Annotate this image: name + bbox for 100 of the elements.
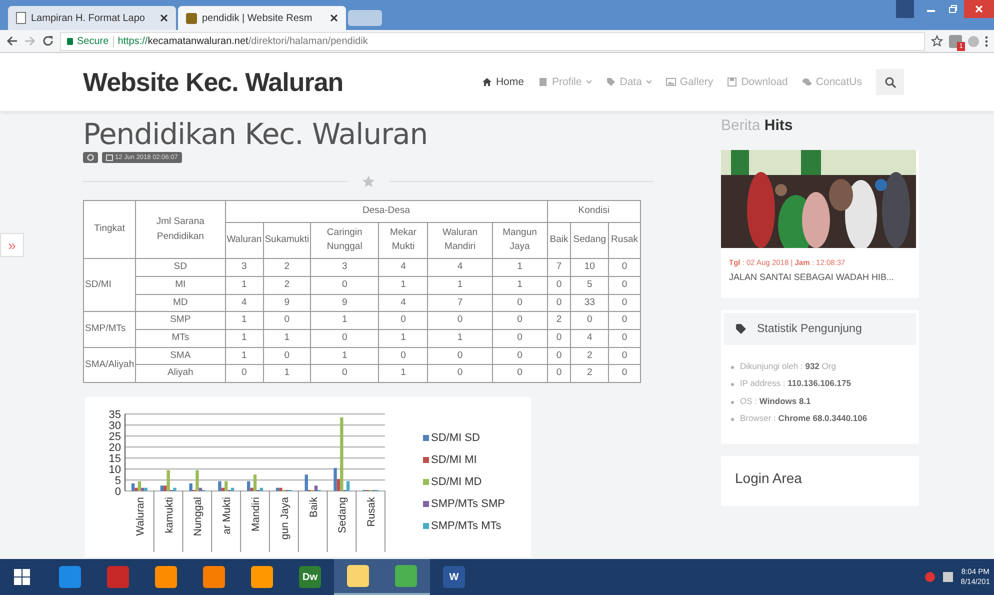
column-header: Kondisi xyxy=(547,200,640,222)
table-cell: 2 xyxy=(570,347,609,365)
table-cell: 3 xyxy=(310,258,379,276)
table-cell: 7 xyxy=(428,294,492,312)
category-label: Mandiri xyxy=(250,497,262,532)
sidebar-toggle[interactable]: » xyxy=(0,233,24,257)
table-cell: 2 xyxy=(570,364,609,383)
close-icon[interactable] xyxy=(330,14,338,22)
table-cell: 1 xyxy=(225,330,264,348)
table-cell: 0 xyxy=(310,276,379,294)
site-logo[interactable]: Website Kec. Waluran xyxy=(83,66,344,98)
table-cell: 5 xyxy=(570,276,609,294)
table-cell: 9 xyxy=(310,294,379,312)
category-label: Rusak xyxy=(366,497,378,527)
search-icon xyxy=(884,76,896,88)
browser-tab[interactable]: pendidik | Website Resm xyxy=(178,6,346,30)
home-icon xyxy=(482,77,492,87)
table-cell: 1 xyxy=(378,330,428,348)
chat-bubbles-icon xyxy=(802,77,812,87)
table-cell: 7 xyxy=(547,258,571,276)
taskbar-app[interactable]: W xyxy=(430,559,478,595)
view-badge xyxy=(83,152,98,163)
stat-item: OS : Windows 8.1 xyxy=(740,394,811,408)
axis-tick-label: 15 xyxy=(108,453,121,466)
start-icon[interactable] xyxy=(14,569,30,585)
table-cell: 4 xyxy=(225,294,264,312)
table-cell: 1 xyxy=(310,347,379,365)
table-cell: 0 xyxy=(608,276,640,294)
back-icon[interactable] xyxy=(6,35,18,47)
close-icon[interactable] xyxy=(160,14,168,22)
image-icon xyxy=(666,77,676,87)
category-label: gun Jaya xyxy=(278,497,291,540)
table-cell: 1 xyxy=(263,364,311,383)
nav-link[interactable]: Home xyxy=(482,76,524,88)
table-cell: SMP/MTs xyxy=(84,312,136,348)
legend-label: SD/MI SD xyxy=(431,432,480,444)
table-cell: 0 xyxy=(263,312,311,330)
column-header: Tingkat xyxy=(84,200,136,259)
taskbar-app[interactable]: Dw xyxy=(286,559,334,595)
news-title[interactable]: JALAN SANTAI SEBAGAI WADAH HIB... xyxy=(729,271,911,284)
table-cell: SD/MI xyxy=(84,258,136,312)
table-cell: 1 xyxy=(378,364,428,383)
star-icon xyxy=(362,175,374,188)
page-title: Pendidikan Kec. Waluran xyxy=(83,117,429,151)
table-cell: 0 xyxy=(608,364,640,383)
table-cell: 0 xyxy=(608,312,640,330)
table-cell: 33 xyxy=(570,294,609,312)
table-cell: 4 xyxy=(378,294,428,312)
table-cell: 0 xyxy=(492,330,548,348)
table-cell: 0 xyxy=(428,312,492,330)
table-cell: Aliyah xyxy=(136,364,226,383)
table-cell: 0 xyxy=(570,312,609,330)
table-cell: 0 xyxy=(263,347,311,365)
category-label: Sedang xyxy=(336,497,349,534)
document-icon xyxy=(16,12,26,24)
table-cell: 4 xyxy=(428,258,492,276)
table-cell: 0 xyxy=(492,347,548,365)
bookmark-star-icon[interactable] xyxy=(931,35,943,47)
table-cell: 9 xyxy=(263,294,311,312)
table-cell: 0 xyxy=(608,347,640,365)
menu-icon[interactable] xyxy=(985,36,988,46)
legend-label: SMP/MTs SMP xyxy=(431,498,505,510)
category-label: Nunggal xyxy=(192,497,204,536)
table-cell: SD xyxy=(136,258,226,276)
table-cell: 1 xyxy=(310,312,379,330)
column-header: Mekar Mukti xyxy=(378,222,428,259)
tag-icon xyxy=(736,324,747,334)
table-cell: 1 xyxy=(492,276,548,294)
reload-icon[interactable] xyxy=(42,35,54,47)
category-label: Waluran xyxy=(134,497,146,536)
taskbar-app[interactable] xyxy=(382,559,430,595)
table-cell: 0 xyxy=(428,364,492,383)
stat-item: Dikunjungi oleh : 932 Org xyxy=(740,360,836,373)
card-title: Login Area xyxy=(735,470,803,486)
browser-tab[interactable]: Lampiran H. Format Lapo xyxy=(8,6,176,30)
table-cell: 10 xyxy=(570,258,609,276)
lock-icon xyxy=(67,38,73,44)
tray-icon[interactable] xyxy=(942,572,953,582)
search-button[interactable] xyxy=(876,69,904,95)
table-cell: 0 xyxy=(547,364,571,383)
table-cell: 0 xyxy=(608,330,640,348)
category-label: kamukti xyxy=(163,497,176,534)
table-cell: 0 xyxy=(492,294,548,312)
table-cell: 4 xyxy=(378,258,428,276)
legend-label: SD/MI MI xyxy=(431,454,477,466)
taskbar-app[interactable] xyxy=(334,559,382,595)
address-bar[interactable]: Secure https://kecamatanwaluran.net/direktori/halaman/pendidik xyxy=(60,32,925,50)
table-cell: 2 xyxy=(263,276,311,294)
table-cell: 1 xyxy=(225,312,264,330)
legend-label: SD/MI MD xyxy=(431,476,482,488)
tag-icon xyxy=(606,77,616,87)
table-cell: 0 xyxy=(492,364,548,383)
table-cell: SMA xyxy=(136,347,226,365)
stat-item: IP address : 110.136.106.175 xyxy=(740,377,851,390)
table-cell: 2 xyxy=(263,258,311,276)
category-label: Baik xyxy=(308,497,320,518)
category-label: ar Mukti xyxy=(221,497,234,535)
column-header: Waluran xyxy=(225,222,264,259)
column-header: Desa-Desa xyxy=(225,200,548,222)
card-title: Statistik Pengunjung xyxy=(757,322,862,335)
